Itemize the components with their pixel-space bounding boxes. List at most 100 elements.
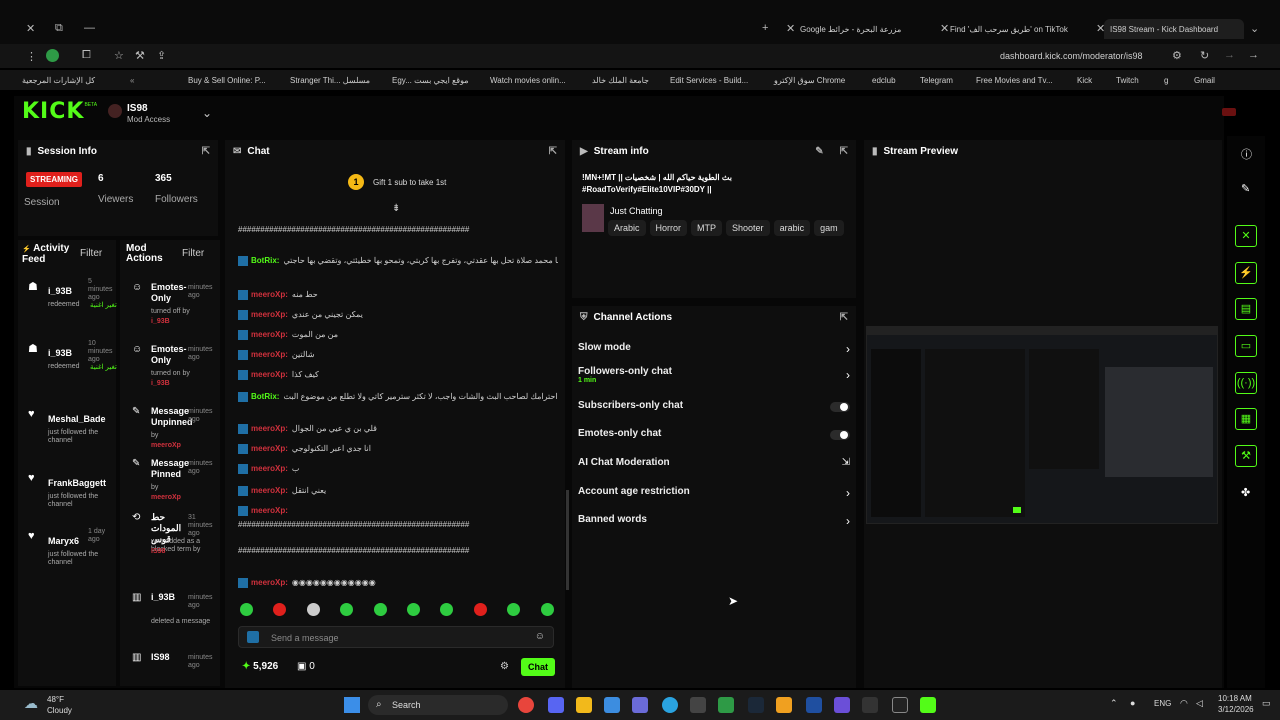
steam-icon[interactable] xyxy=(748,697,764,713)
app4-icon[interactable] xyxy=(834,697,850,713)
chat-username[interactable]: meeroXp: xyxy=(251,290,288,299)
app5-icon[interactable] xyxy=(862,697,878,713)
popout-icon[interactable]: ⇱ xyxy=(840,146,848,157)
chevron-down-icon[interactable]: ⌄ xyxy=(202,106,212,120)
bookmark-item[interactable]: edclub xyxy=(872,76,896,85)
tag-pill[interactable]: gam xyxy=(814,220,844,236)
bookmark-item[interactable]: Twitch xyxy=(1116,76,1139,85)
chat-username[interactable]: meeroXp: xyxy=(251,464,288,473)
chrome-icon[interactable] xyxy=(518,697,534,713)
activity-filter-button[interactable]: Filter xyxy=(80,248,102,259)
bookmark-item[interactable]: Telegram xyxy=(920,76,953,85)
windows-start-icon[interactable] xyxy=(344,697,360,713)
extensions-icon[interactable]: ⧠ xyxy=(82,49,91,62)
bookmark-item[interactable]: Gmail xyxy=(1194,76,1215,85)
channel-action-row[interactable]: Subscribers-only chat xyxy=(578,400,856,418)
bookmark-item[interactable]: Watch movies onlin... xyxy=(490,76,566,85)
bookmark-item[interactable]: Edit Services - Build... xyxy=(670,76,748,85)
tag-pill[interactable]: arabic xyxy=(773,220,811,236)
pinned-collapse-icon[interactable]: ⇟ xyxy=(392,203,400,214)
activity-user[interactable]: FrankBaggett xyxy=(48,478,106,488)
channel-action-row[interactable]: Slow mode › xyxy=(578,342,856,360)
edit-icon[interactable]: ✎ xyxy=(1241,182,1250,195)
popout-icon[interactable]: ⇱ xyxy=(840,312,848,323)
close-window-icon[interactable]: ✕ xyxy=(26,22,35,35)
bookmark-item[interactable]: Free Movies and Tv... xyxy=(976,76,1053,85)
points-display[interactable]: ✦ 5,926 xyxy=(242,661,278,672)
tag-pill[interactable]: Horror xyxy=(649,220,688,236)
wifi-icon[interactable]: ◠ xyxy=(1180,698,1188,709)
emote-icon[interactable] xyxy=(240,603,253,616)
language-indicator[interactable]: ENG xyxy=(1154,699,1171,708)
xbox-icon[interactable] xyxy=(718,697,734,713)
chat-username[interactable]: meeroXp: xyxy=(251,486,288,495)
chevron-left-icon[interactable]: « xyxy=(130,76,134,85)
channel-action-row[interactable]: Followers-only chat 1 min › xyxy=(578,366,856,384)
channel-action-row[interactable]: Account age restriction › xyxy=(578,486,856,504)
clock-date[interactable]: 3/12/2026 xyxy=(1218,705,1254,714)
profile-avatar[interactable] xyxy=(46,49,59,62)
chevron-right-icon[interactable]: › xyxy=(846,368,850,382)
app-icon[interactable] xyxy=(632,697,648,713)
volume-icon[interactable]: ◁ xyxy=(1196,698,1203,709)
back-icon[interactable]: → xyxy=(1248,49,1259,61)
tab-close-icon[interactable]: ✕ xyxy=(940,22,949,35)
tab-tiktok[interactable]: Find 'طريق سرحب الف' on TikTok xyxy=(950,19,1090,39)
bookmark-item[interactable]: جامعة الملك خالد xyxy=(592,76,649,85)
store-icon[interactable] xyxy=(604,697,620,713)
gifts-display[interactable]: ▣ 0 xyxy=(297,661,315,672)
mod-action-by[interactable]: meeroXp xyxy=(151,494,181,501)
activity-user[interactable]: i_93B xyxy=(48,286,72,296)
chat-username[interactable]: meeroXp: xyxy=(251,424,288,433)
share-icon[interactable]: ⇪ xyxy=(157,49,166,62)
clock-time[interactable]: 10:18 AM xyxy=(1218,694,1252,703)
edit-pencil-icon[interactable]: ✎ xyxy=(815,146,823,157)
bookmark-item[interactable]: سوق الإكترو Chrome xyxy=(774,76,845,85)
mod-action-by[interactable]: meeroXp xyxy=(151,442,181,449)
gift-sub-text[interactable]: Gift 1 sub to take 1st xyxy=(373,178,446,187)
chat-send-button[interactable]: Chat xyxy=(521,658,555,676)
tray-chevron-icon[interactable]: ⌃ xyxy=(1110,698,1118,709)
tab-list-icon[interactable]: ⌄ xyxy=(1250,22,1259,35)
bookmark-item[interactable]: Stranger Thi... مسلسل xyxy=(290,76,370,85)
kick-app-icon[interactable] xyxy=(920,697,936,713)
tab-close-icon[interactable]: ✕ xyxy=(786,22,795,35)
tools-icon[interactable]: ⚒ xyxy=(135,49,145,62)
chat-username[interactable]: meeroXp: xyxy=(251,444,288,453)
discord-icon[interactable] xyxy=(548,697,564,713)
telegram-icon[interactable] xyxy=(662,697,678,713)
menu-icon[interactable]: ⋮ xyxy=(26,50,37,63)
popout-icon[interactable]: ⇱ xyxy=(202,146,210,157)
chat-scrollbar[interactable] xyxy=(566,490,569,590)
forward-icon[interactable]: → xyxy=(1224,49,1235,61)
bookmark-item[interactable]: Egy... موقع ايجي بست xyxy=(392,76,469,85)
reload-icon[interactable]: ↻ xyxy=(1200,49,1209,62)
emote-icon[interactable] xyxy=(407,603,420,616)
puzzle-icon[interactable]: ✤ xyxy=(1241,486,1250,499)
channel-action-row[interactable]: Emotes-only chat xyxy=(578,428,856,446)
tag-pill[interactable]: MTP xyxy=(691,220,723,236)
app2-icon[interactable] xyxy=(776,697,792,713)
notification-icon[interactable]: ▭ xyxy=(1262,698,1271,709)
emote-icon[interactable] xyxy=(540,603,554,616)
emote-icon[interactable] xyxy=(373,603,387,616)
obs-icon[interactable] xyxy=(690,697,706,713)
stream-preview-video[interactable] xyxy=(866,326,1218,524)
chat-username[interactable]: meeroXp: xyxy=(251,330,288,339)
popout-icon[interactable]: ⇱ xyxy=(549,146,557,157)
chat-username[interactable]: BotRix: xyxy=(251,392,279,401)
tab-kick-dashboard[interactable]: IS98 Stream - Kick Dashboard xyxy=(1104,19,1244,39)
toggle-switch[interactable] xyxy=(830,430,850,440)
gift-rank-badge[interactable]: 1 xyxy=(348,174,364,190)
chevron-right-icon[interactable]: › xyxy=(846,342,850,356)
toggle-switch[interactable] xyxy=(830,402,850,412)
minimize-window-icon[interactable]: — xyxy=(84,22,95,34)
chat-username[interactable]: meeroXp: xyxy=(251,370,288,379)
bookmark-star-icon[interactable]: ☆ xyxy=(114,49,124,62)
emote-icon[interactable] xyxy=(306,603,320,616)
channel-action-row[interactable]: Banned words › xyxy=(578,514,856,532)
bookmark-item[interactable]: Kick xyxy=(1077,76,1092,85)
wrench-icon[interactable]: ⚒ xyxy=(1235,445,1257,467)
chat-settings-icon[interactable]: ⚙ xyxy=(500,661,509,672)
bookmark-item[interactable]: كل الإشارات المرجعية xyxy=(22,76,95,85)
